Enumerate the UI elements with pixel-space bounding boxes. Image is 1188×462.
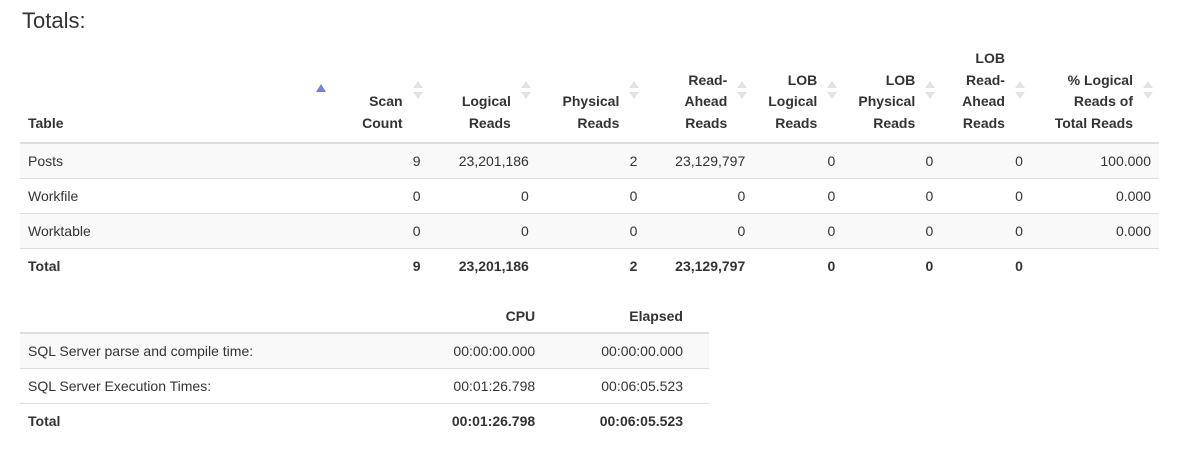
column-header-percent-logical-reads[interactable]: % Logical Reads of Total Reads [1030, 48, 1159, 144]
cell-table-name: Posts [20, 142, 335, 179]
cell-description: SQL Server parse and compile time: [20, 332, 392, 369]
cell-scan-count: 9 [334, 142, 429, 179]
cell-lob-logical-reads: 0 [753, 248, 844, 283]
cell-lob-physical-reads: 0 [843, 142, 942, 179]
cell-read-ahead-reads: 23,129,797 [645, 248, 754, 283]
table-row: Workfile 0 0 0 0 0 0 0 0.000 [20, 178, 1159, 214]
column-header-cpu: CPU [391, 303, 544, 334]
cell-percent-logical-reads: 0.000 [1030, 178, 1159, 214]
total-row: Total 00:01:26.798 00:06:05.523 [20, 403, 709, 438]
cell-percent-logical-reads: 0.000 [1030, 213, 1159, 249]
column-header-table[interactable]: Table [20, 48, 335, 144]
cell-scan-count: 0 [334, 178, 429, 214]
table-row: Posts 9 23,201,186 2 23,129,797 0 0 0 10… [20, 142, 1159, 179]
cell-physical-reads: 0 [536, 178, 646, 214]
cell-physical-reads: 2 [536, 142, 646, 179]
cell-lob-read-ahead-reads: 0 [941, 178, 1031, 214]
table-row: Worktable 0 0 0 0 0 0 0 0.000 [20, 213, 1159, 249]
column-header-physical-reads[interactable]: Physical Reads [536, 48, 646, 144]
total-row: Total 9 23,201,186 2 23,129,797 0 0 0 [20, 248, 1159, 283]
io-statistics-table: Table Scan Count Logical Reads Physical … [20, 48, 1159, 283]
cell-logical-reads: 23,201,186 [428, 142, 537, 179]
cell-description: Total [20, 403, 392, 438]
cell-read-ahead-reads: 0 [645, 178, 754, 214]
column-header-read-ahead-reads[interactable]: Read-Ahead Reads [645, 48, 754, 144]
sort-icon [737, 81, 748, 101]
cell-physical-reads: 2 [536, 248, 646, 283]
cell-elapsed: 00:06:05.523 [543, 403, 709, 438]
table-header-row: CPU Elapsed [20, 303, 709, 334]
cell-lob-read-ahead-reads: 0 [941, 213, 1031, 249]
cell-lob-physical-reads: 0 [843, 178, 942, 214]
cell-cpu: 00:01:26.798 [391, 368, 544, 404]
sort-icon [520, 81, 531, 101]
column-header-label: % Logical Reads of Total Reads [1054, 71, 1133, 131]
column-header-label: Scan Count [362, 93, 403, 131]
cell-lob-logical-reads: 0 [753, 178, 844, 214]
page-title: Totals: [22, 8, 86, 33]
column-header-label: LOB Physical Reads [858, 71, 916, 131]
cell-description: SQL Server Execution Times: [20, 368, 392, 404]
cell-lob-physical-reads: 0 [843, 213, 942, 249]
cell-physical-reads: 0 [536, 213, 646, 249]
sort-icon [925, 81, 936, 101]
column-header-label: LOB Read-Ahead Reads [962, 50, 1005, 131]
cell-lob-logical-reads: 0 [753, 213, 844, 249]
column-header-lob-physical-reads[interactable]: LOB Physical Reads [843, 48, 942, 144]
cell-cpu: 00:00:00.000 [391, 332, 544, 369]
column-header-logical-reads[interactable]: Logical Reads [428, 48, 537, 144]
cell-table-name: Workfile [20, 178, 335, 214]
sort-ascending-icon [316, 84, 327, 92]
cell-table-name: Total [20, 248, 335, 283]
cell-read-ahead-reads: 0 [645, 213, 754, 249]
cell-read-ahead-reads: 23,129,797 [645, 142, 754, 179]
cell-lob-read-ahead-reads: 0 [941, 142, 1031, 179]
column-header-lob-logical-reads[interactable]: LOB Logical Reads [753, 48, 844, 144]
cell-table-name: Worktable [20, 213, 335, 249]
sort-icon [412, 81, 423, 101]
column-header-scan-count[interactable]: Scan Count [334, 48, 429, 144]
column-header-lob-read-ahead-reads[interactable]: LOB Read-Ahead Reads [941, 48, 1031, 144]
cell-scan-count: 9 [334, 248, 429, 283]
table-row: SQL Server Execution Times: 00:01:26.798… [20, 368, 709, 404]
column-header-label: LOB Logical Reads [768, 71, 818, 131]
cell-lob-physical-reads: 0 [843, 248, 942, 283]
time-statistics-table: CPU Elapsed SQL Server parse and compile… [20, 303, 709, 438]
table-row: SQL Server parse and compile time: 00:00… [20, 332, 709, 369]
cell-lob-read-ahead-reads: 0 [941, 248, 1031, 283]
cell-cpu: 00:01:26.798 [391, 403, 544, 438]
cell-elapsed: 00:00:00.000 [543, 332, 709, 369]
sort-icon [629, 81, 640, 101]
column-header-elapsed: Elapsed [543, 303, 709, 334]
cell-logical-reads: 23,201,186 [428, 248, 537, 283]
cell-lob-logical-reads: 0 [753, 142, 844, 179]
sort-icon [1014, 81, 1025, 101]
column-header-label: Table [28, 114, 64, 131]
column-header-label: Logical Reads [461, 93, 511, 131]
table-header-row: Table Scan Count Logical Reads Physical … [20, 48, 1159, 144]
cell-scan-count: 0 [334, 213, 429, 249]
column-header-label: Physical Reads [562, 93, 620, 131]
cell-logical-reads: 0 [428, 213, 537, 249]
cell-percent-logical-reads [1030, 248, 1159, 283]
cell-logical-reads: 0 [428, 178, 537, 214]
column-header-label: Read-Ahead Reads [684, 71, 728, 131]
sort-icon [827, 81, 838, 101]
cell-percent-logical-reads: 100.000 [1030, 142, 1159, 179]
cell-elapsed: 00:06:05.523 [543, 368, 709, 404]
sort-icon [1143, 81, 1153, 101]
column-header-description [20, 303, 392, 334]
